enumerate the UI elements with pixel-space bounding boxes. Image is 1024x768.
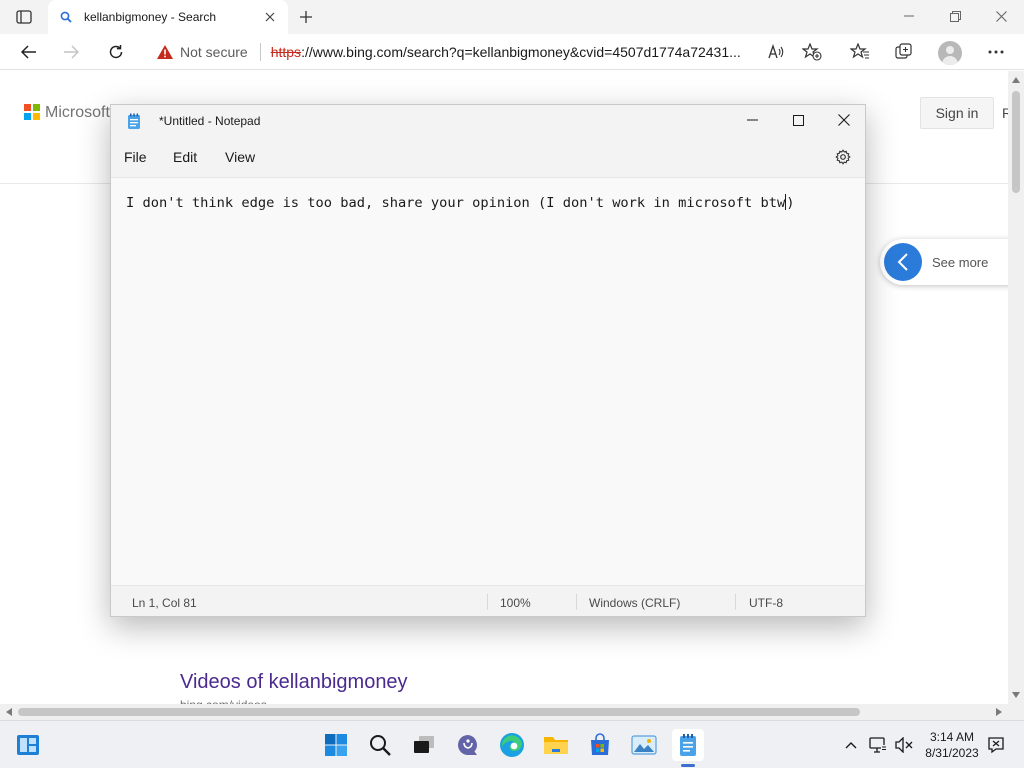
back-icon[interactable] xyxy=(14,38,44,66)
active-app-indicator xyxy=(681,764,695,767)
minimize-icon[interactable] xyxy=(894,5,924,27)
tab-title: kellanbigmoney - Search xyxy=(84,10,217,24)
notepad-text-area[interactable]: I don't think edge is too bad, share you… xyxy=(111,177,865,585)
microsoft-logo-icon[interactable] xyxy=(24,104,40,120)
notepad-content: I don't think edge is too bad, share you… xyxy=(126,194,795,211)
network-icon[interactable] xyxy=(868,735,888,755)
cursor-position: Ln 1, Col 81 xyxy=(132,596,197,610)
widgets-icon[interactable] xyxy=(12,729,44,761)
horizontal-scroll-thumb[interactable] xyxy=(18,708,860,716)
close-icon[interactable] xyxy=(821,105,867,135)
tab-actions-icon[interactable] xyxy=(10,6,38,28)
notepad-statusbar: Ln 1, Col 81 100% Windows (CRLF) UTF-8 xyxy=(111,585,865,616)
task-view-icon[interactable] xyxy=(408,729,440,761)
more-icon[interactable] xyxy=(982,38,1010,66)
search-icon[interactable] xyxy=(364,729,396,761)
scroll-left-icon[interactable] xyxy=(4,707,14,717)
collections-icon[interactable] xyxy=(890,38,918,66)
scroll-up-icon[interactable] xyxy=(1011,75,1021,85)
see-more-label: See more xyxy=(932,254,989,270)
system-clock[interactable]: 3:14 AM 8/31/2023 xyxy=(920,729,984,761)
notepad-menubar: File Edit View xyxy=(111,137,865,177)
edge-icon[interactable] xyxy=(496,729,528,761)
forward-icon[interactable] xyxy=(56,38,86,66)
encoding: UTF-8 xyxy=(749,596,783,610)
menu-view[interactable]: View xyxy=(225,149,255,165)
chat-icon[interactable] xyxy=(452,729,484,761)
plus-icon[interactable] xyxy=(294,5,318,29)
close-icon[interactable] xyxy=(986,5,1016,27)
line-ending: Windows (CRLF) xyxy=(589,596,681,610)
see-more-button[interactable]: See more xyxy=(880,239,1008,285)
url-divider xyxy=(259,43,261,61)
notification-icon[interactable] xyxy=(986,735,1006,755)
browser-tab-bar: kellanbigmoney - Search xyxy=(0,0,1024,34)
file-explorer-icon[interactable] xyxy=(540,729,572,761)
microsoft-wordmark[interactable]: Microsoft xyxy=(45,104,110,122)
menu-edit[interactable]: Edit xyxy=(173,149,197,165)
url-text: ://www.bing.com/search?q=kellanbigmoney&… xyxy=(301,44,741,60)
notepad-app-icon xyxy=(127,113,141,130)
horizontal-scrollbar[interactable] xyxy=(0,704,1008,720)
restore-icon[interactable] xyxy=(940,5,970,27)
notepad-text: I don't think edge is too bad, share you… xyxy=(126,195,786,211)
maximize-icon[interactable] xyxy=(775,105,821,135)
sign-in-button[interactable]: Sign in xyxy=(920,97,994,129)
gear-icon[interactable] xyxy=(833,147,853,167)
notepad-titlebar[interactable]: *Untitled - Notepad xyxy=(111,105,865,137)
favorites-icon[interactable] xyxy=(846,38,874,66)
notepad-icon[interactable] xyxy=(672,729,704,761)
scroll-right-icon[interactable] xyxy=(994,707,1004,717)
url-protocol: https xyxy=(270,44,302,60)
close-icon[interactable] xyxy=(262,9,278,25)
profile-icon[interactable] xyxy=(938,41,962,65)
chevron-left-icon xyxy=(884,243,922,281)
security-status[interactable]: Not secure xyxy=(180,44,248,60)
scrollbar-corner xyxy=(1008,704,1024,720)
zoom-level: 100% xyxy=(500,596,531,610)
browser-tab[interactable]: kellanbigmoney - Search xyxy=(48,0,288,34)
taskbar: 3:14 AM 8/31/2023 xyxy=(0,720,1024,768)
notepad-text-tail: ) xyxy=(786,195,795,211)
warning-icon[interactable] xyxy=(156,44,174,60)
start-icon[interactable] xyxy=(320,729,352,761)
read-aloud-icon[interactable] xyxy=(762,38,790,66)
videos-heading-link[interactable]: Videos of kellanbigmoney xyxy=(180,671,408,694)
chevron-up-icon[interactable] xyxy=(841,735,861,755)
clock-date: 8/31/2023 xyxy=(925,746,979,760)
notepad-title: *Untitled - Notepad xyxy=(159,114,261,128)
store-icon[interactable] xyxy=(584,729,616,761)
notepad-window: *Untitled - Notepad File Edit View I don… xyxy=(110,104,866,617)
photos-icon[interactable] xyxy=(628,729,660,761)
url-bar[interactable]: Not secure https ://www.bing.com/search?… xyxy=(146,38,796,66)
refresh-icon[interactable] xyxy=(101,38,131,66)
address-toolbar: Not secure https ://www.bing.com/search?… xyxy=(0,34,1024,70)
minimize-icon[interactable] xyxy=(729,105,775,135)
speaker-muted-icon[interactable] xyxy=(894,735,914,755)
clock-time: 3:14 AM xyxy=(929,730,975,744)
vertical-scrollbar[interactable] xyxy=(1008,71,1024,704)
add-favorite-icon[interactable] xyxy=(798,38,826,66)
search-icon xyxy=(58,9,74,25)
scroll-down-icon[interactable] xyxy=(1011,690,1021,700)
vertical-scroll-thumb[interactable] xyxy=(1012,91,1020,193)
menu-file[interactable]: File xyxy=(124,149,147,165)
